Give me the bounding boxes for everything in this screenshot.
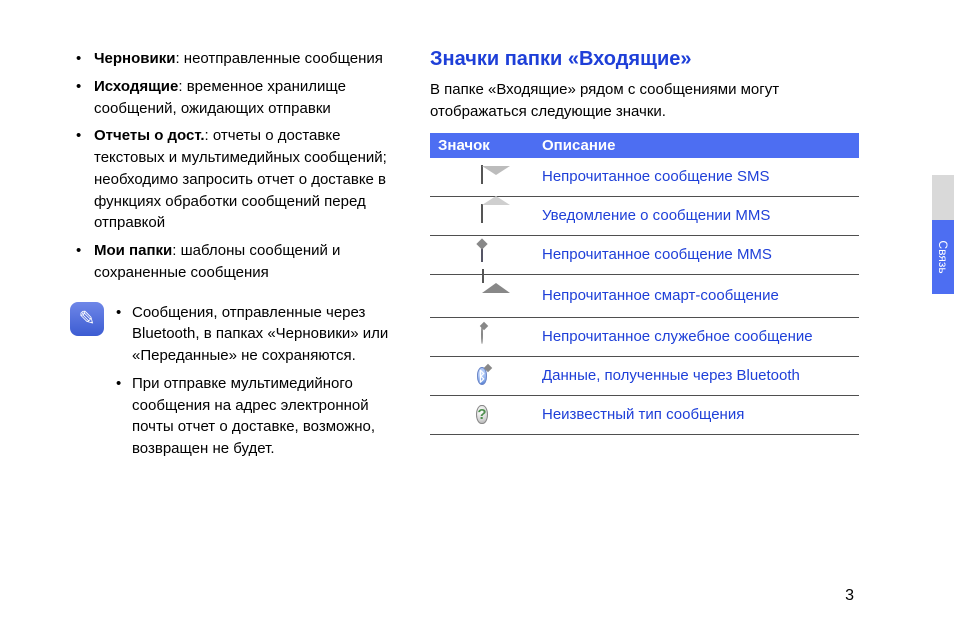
envelope-closed-icon (467, 166, 497, 188)
description-cell: Непрочитанное сообщение MMS (534, 235, 859, 274)
section-tab: Связь (932, 220, 954, 294)
description-cell: Непрочитанное смарт-сообщение (534, 274, 859, 317)
column-header-icon: Значок (430, 133, 534, 158)
smart-message-icon (467, 283, 497, 305)
icon-description-table: Значок Описание Непрочитанное сообщение … (430, 133, 859, 435)
icon-cell (430, 274, 534, 317)
note-list: Сообщения, отправленные через Bluetooth,… (116, 302, 395, 466)
definition: : неотправленные сообщения (175, 50, 382, 67)
left-column: Черновики: неотправленные сообщения Исхо… (0, 0, 410, 637)
icon-cell (430, 196, 534, 235)
description-cell: Непрочитанное сообщение SMS (534, 158, 859, 197)
table-row: ? Неизвестный тип сообщения (430, 395, 859, 434)
icon-cell (430, 158, 534, 197)
description-cell: Уведомление о сообщении MMS (534, 196, 859, 235)
description-cell: Неизвестный тип сообщения (534, 395, 859, 434)
term: Исходящие (94, 78, 178, 95)
margin-strip: Связь (883, 0, 954, 637)
table-row: Непрочитанное сообщение SMS (430, 158, 859, 197)
table-row: Уведомление о сообщении MMS (430, 196, 859, 235)
icon-cell: ᛒ (430, 356, 534, 395)
list-item: Мои папки: шаблоны сообщений и сохраненн… (70, 240, 395, 284)
note-item: При отправке мультимедийного сообщения н… (116, 373, 395, 460)
section-heading: Значки папки «Входящие» (430, 48, 859, 71)
description-cell: Данные, полученные через Bluetooth (534, 356, 859, 395)
description-cell: Непрочитанное служебное сообщение (534, 317, 859, 356)
definition-list: Черновики: неотправленные сообщения Исхо… (70, 48, 395, 284)
term: Отчеты о дост. (94, 127, 205, 144)
document-page: Черновики: неотправленные сообщения Исхо… (0, 0, 954, 637)
mms-picture-icon (467, 244, 497, 266)
globe-icon (467, 326, 497, 348)
gray-tab-icon (932, 175, 954, 220)
list-item: Отчеты о дост.: отчеты о доставке тексто… (70, 125, 395, 234)
table-row: ᛒ Данные, полученные через Bluetooth (430, 356, 859, 395)
list-item: Черновики: неотправленные сообщения (70, 48, 395, 70)
envelope-open-icon (467, 205, 497, 227)
table-row: Непрочитанное служебное сообщение (430, 317, 859, 356)
list-item: Исходящие: временное хранилище сообщений… (70, 76, 395, 120)
right-column: Значки папки «Входящие» В папке «Входящи… (410, 0, 883, 637)
term: Черновики (94, 50, 175, 67)
page-number: 3 (845, 587, 854, 605)
bluetooth-icon: ᛒ (467, 365, 497, 387)
table-row: Непрочитанное смарт-сообщение (430, 274, 859, 317)
icon-cell: ? (430, 395, 534, 434)
question-mark-icon: ? (467, 404, 497, 426)
note-item: Сообщения, отправленные через Bluetooth,… (116, 302, 395, 367)
term: Мои папки (94, 242, 172, 259)
icon-cell (430, 317, 534, 356)
section-intro: В папке «Входящие» рядом с сообщениями м… (430, 79, 859, 123)
note-icon (70, 302, 104, 336)
note-box: Сообщения, отправленные через Bluetooth,… (70, 302, 395, 484)
table-row: Непрочитанное сообщение MMS (430, 235, 859, 274)
section-tab-label: Связь (936, 240, 950, 273)
column-header-desc: Описание (534, 133, 859, 158)
